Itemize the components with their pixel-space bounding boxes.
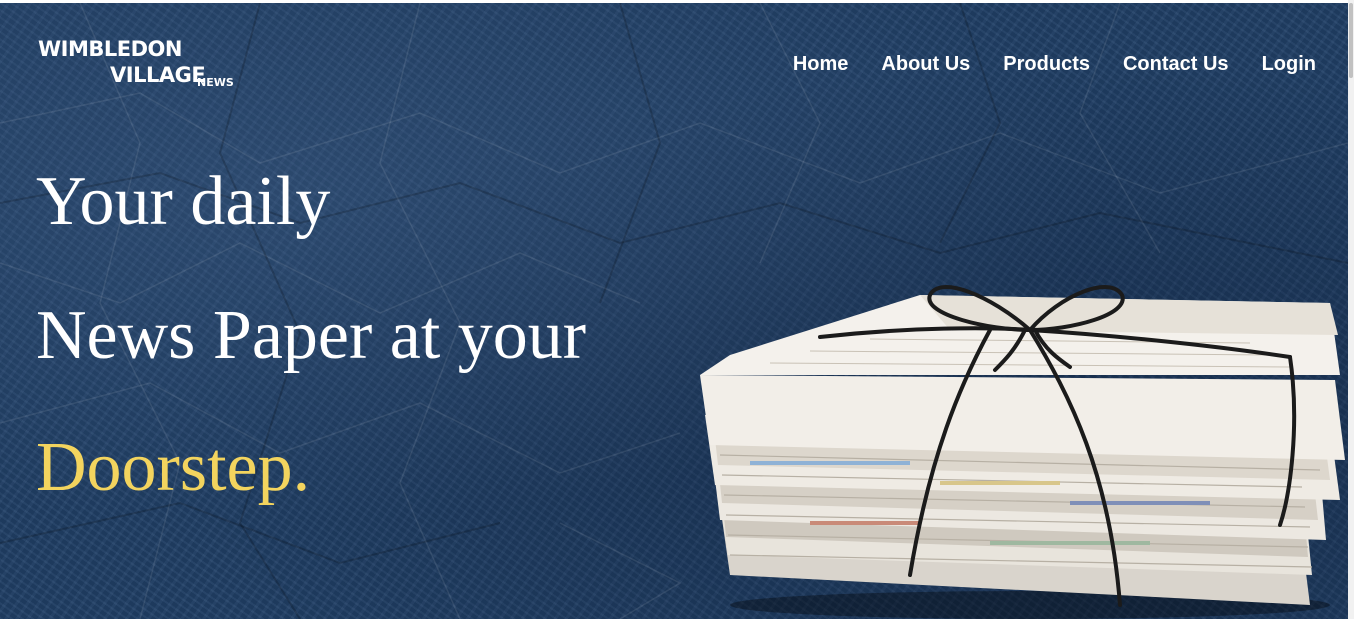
logo-text-village: VILLAGE — [110, 63, 206, 87]
main-navigation: Home About Us Products Contact Us Login — [793, 53, 1316, 76]
hero-headline-line3: Doorstep. — [36, 429, 311, 506]
nav-products[interactable]: Products — [1003, 53, 1090, 76]
hero-headline-line1: Your daily — [36, 163, 331, 240]
logo-text-wimbledon: WIMBLEDON — [38, 37, 182, 61]
logo-text-news: NEWS — [197, 76, 234, 89]
scrollbar-thumb[interactable] — [1349, 3, 1353, 78]
nav-contact-us[interactable]: Contact Us — [1123, 53, 1229, 76]
page-scrollbar[interactable] — [1348, 0, 1354, 619]
nav-about-us[interactable]: About Us — [881, 53, 970, 76]
nav-home[interactable]: Home — [793, 53, 849, 76]
newspaper-bundle-icon — [700, 285, 1345, 619]
site-logo[interactable]: WIMBLEDON VILLAGE NEWS — [38, 37, 238, 92]
hero-headline-line2: News Paper at your — [36, 297, 587, 374]
nav-login[interactable]: Login — [1262, 53, 1316, 76]
hero-section: WIMBLEDON VILLAGE NEWS Home About Us Pro… — [0, 3, 1348, 619]
